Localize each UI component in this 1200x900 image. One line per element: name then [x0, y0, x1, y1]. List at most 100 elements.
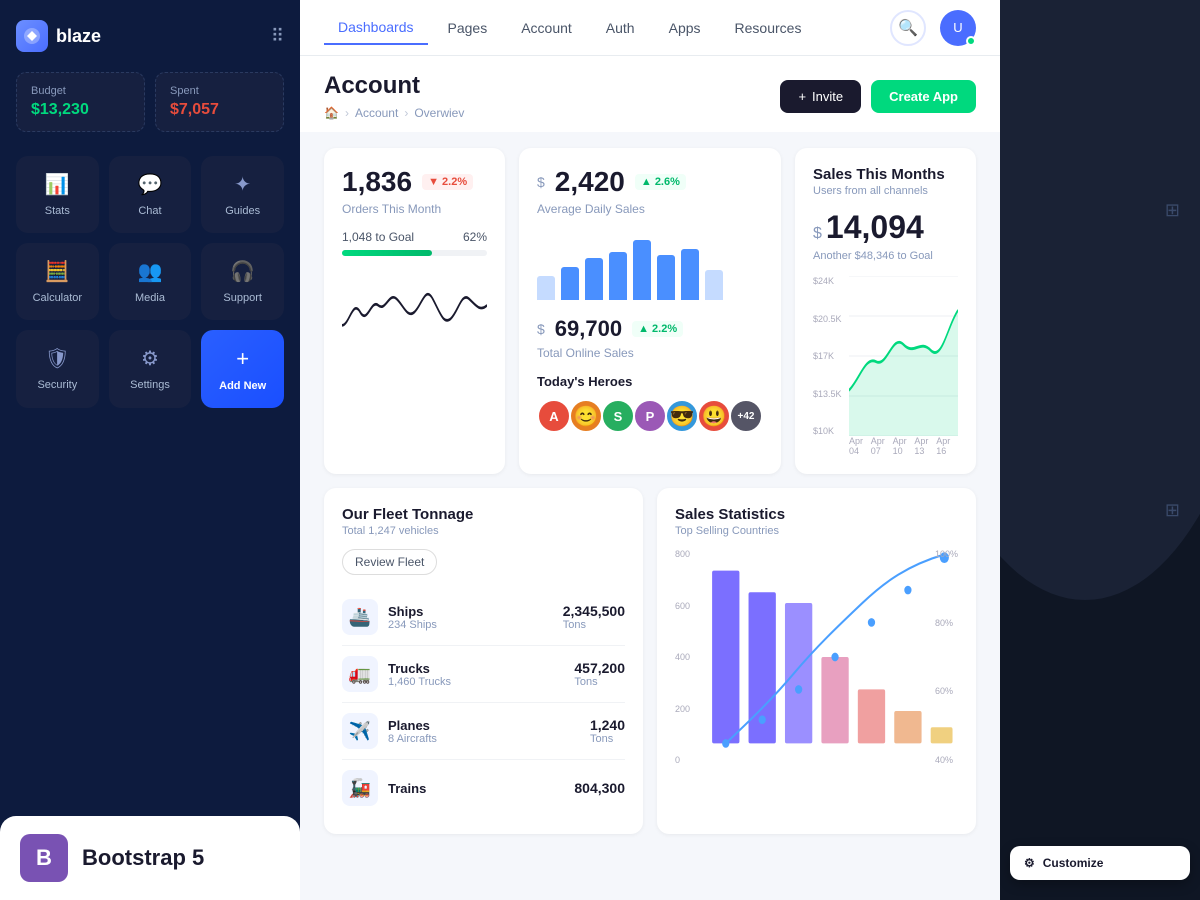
- user-avatar[interactable]: U: [940, 10, 976, 46]
- ships-icon: 🚢: [342, 599, 378, 635]
- stats-grid: 1,836 ▼ 2.2% Orders This Month 1,048 to …: [324, 148, 976, 474]
- heroes-title: Today's Heroes: [537, 374, 763, 389]
- sales-card-title: Sales This Months: [813, 166, 958, 183]
- planes-value: 1,240: [590, 717, 625, 733]
- bootstrap-icon: B: [20, 834, 68, 882]
- sales-stats-chart: [703, 549, 958, 765]
- hero-avatar-c: 😎: [665, 399, 699, 433]
- total-sales-badge: ▲ 2.2%: [632, 321, 683, 337]
- y-label-3: $17K: [813, 351, 842, 361]
- daily-sales-card: $ 2,420 ▲ 2.6% Average Daily Sales: [519, 148, 781, 474]
- sidebar-menu-icon[interactable]: ⠿: [271, 26, 284, 47]
- nav-dashboards[interactable]: Dashboards: [324, 11, 428, 45]
- hero-avatar-b: 😊: [569, 399, 603, 433]
- hero-avatar-p: P: [633, 399, 667, 433]
- budget-label: Budget: [31, 85, 130, 97]
- sidebar-item-settings[interactable]: ⚙ Settings: [109, 330, 192, 408]
- support-label: Support: [223, 292, 262, 304]
- fleet-row-trucks: 🚛 Trucks 1,460 Trucks 457,200 Tons: [342, 646, 625, 703]
- y-label-2: $20.5K: [813, 314, 842, 324]
- daily-sales-chart: [537, 230, 763, 300]
- trains-icon: 🚂: [342, 770, 378, 806]
- media-icon: 👥: [138, 259, 163, 284]
- sales-stats-subtitle: Top Selling Countries: [675, 525, 958, 537]
- security-icon: 🛡: [45, 346, 70, 371]
- page-header: Account 🏠 › Account › Overwiev + Invite …: [300, 56, 1000, 132]
- x-label-4: Apr 13: [914, 436, 936, 456]
- sales-stats-card: Sales Statistics Top Selling Countries 8…: [657, 488, 976, 834]
- customize-button[interactable]: ⚙ Customize: [1010, 846, 1190, 880]
- total-sales-label: Total Online Sales: [537, 346, 763, 360]
- sales-goal-text: Another $48,346 to Goal: [813, 250, 958, 262]
- breadcrumb-account[interactable]: Account: [355, 106, 398, 120]
- nav-account[interactable]: Account: [507, 12, 586, 44]
- orders-card: 1,836 ▼ 2.2% Orders This Month 1,048 to …: [324, 148, 505, 474]
- sales-card-subtitle: Users from all channels: [813, 185, 958, 197]
- sidebar-item-calculator[interactable]: 🧮 Calculator: [16, 243, 99, 320]
- right-panel: ⊞ ⊞ ⚙ Customize: [1000, 0, 1200, 900]
- trucks-icon: 🚛: [342, 656, 378, 692]
- invite-button[interactable]: + Invite: [780, 80, 861, 113]
- trucks-info: Trucks 1,460 Trucks: [378, 661, 574, 688]
- settings-label: Settings: [130, 379, 170, 391]
- planes-unit: Tons: [590, 733, 625, 745]
- trains-name: Trains: [388, 781, 564, 796]
- total-sales-currency: $: [537, 321, 545, 337]
- nav-resources[interactable]: Resources: [721, 12, 816, 44]
- dashboard-content: 1,836 ▼ 2.2% Orders This Month 1,048 to …: [300, 132, 1000, 900]
- logo-area: blaze: [16, 20, 101, 52]
- planes-name: Planes: [388, 718, 580, 733]
- content-area: Dashboards Pages Account Auth Apps Resou…: [300, 0, 1000, 900]
- sales-big-number: 14,094: [826, 209, 924, 246]
- hero-avatar-d: 😃: [697, 399, 731, 433]
- fleet-title: Our Fleet Tonnage: [342, 506, 625, 523]
- media-label: Media: [135, 292, 165, 304]
- hero-avatar-a: A: [537, 399, 571, 433]
- x-label-5: Apr 16: [936, 436, 958, 456]
- orders-label: Orders This Month: [342, 202, 487, 216]
- online-indicator: [966, 36, 976, 46]
- sidebar-item-guides[interactable]: ✦ Guides: [201, 156, 284, 233]
- budget-cards: Budget $13,230 Spent $7,057: [16, 72, 284, 132]
- fleet-card: Our Fleet Tonnage Total 1,247 vehicles R…: [324, 488, 643, 834]
- search-button[interactable]: 🔍: [890, 10, 926, 46]
- review-fleet-button[interactable]: Review Fleet: [342, 549, 437, 575]
- y-label-5: $10K: [813, 426, 842, 436]
- add-new-label: Add New: [219, 380, 266, 392]
- breadcrumb-home[interactable]: 🏠: [324, 106, 339, 120]
- y-label-4: $13.5K: [813, 389, 842, 399]
- planes-icon: ✈️: [342, 713, 378, 749]
- panel-icon-top: ⊞: [1165, 200, 1180, 221]
- nav-auth[interactable]: Auth: [592, 12, 649, 44]
- bootstrap-badge: B Bootstrap 5: [0, 816, 300, 900]
- orders-goal-pct: 62%: [463, 230, 487, 244]
- trains-value: 804,300: [574, 780, 625, 796]
- orders-progress-fill: [342, 250, 432, 256]
- logo-icon: [16, 20, 48, 52]
- sidebar-item-stats[interactable]: 📊 Stats: [16, 156, 99, 233]
- planes-count: 8 Aircrafts: [388, 733, 580, 745]
- support-icon: 🎧: [230, 259, 255, 284]
- ships-unit: Tons: [563, 619, 625, 631]
- fleet-row-ships: 🚢 Ships 234 Ships 2,345,500 Tons: [342, 589, 625, 646]
- sidebar-item-add-new[interactable]: + Add New: [201, 330, 284, 408]
- logo-text: blaze: [56, 26, 101, 47]
- daily-sales-label: Average Daily Sales: [537, 202, 763, 216]
- fleet-subtitle: Total 1,247 vehicles: [342, 525, 625, 537]
- sidebar-item-media[interactable]: 👥 Media: [109, 243, 192, 320]
- sidebar-item-security[interactable]: 🛡 Security: [16, 330, 99, 408]
- guides-icon: ✦: [234, 172, 251, 197]
- sidebar-item-chat[interactable]: 💬 Chat: [109, 156, 192, 233]
- nav-apps[interactable]: Apps: [655, 12, 715, 44]
- topnav-right: 🔍 U: [890, 10, 976, 46]
- stats-label: Stats: [45, 205, 70, 217]
- budget-card: Budget $13,230: [16, 72, 145, 132]
- create-app-button[interactable]: Create App: [871, 80, 976, 113]
- hero-count: +42: [729, 399, 763, 433]
- nav-pages[interactable]: Pages: [434, 12, 502, 44]
- breadcrumb-sep1: ›: [345, 106, 349, 120]
- fleet-row-planes: ✈️ Planes 8 Aircrafts 1,240 Tons: [342, 703, 625, 760]
- budget-value: $13,230: [31, 101, 130, 119]
- sidebar-item-support[interactable]: 🎧 Support: [201, 243, 284, 320]
- panel-icon-bottom: ⊞: [1165, 500, 1180, 521]
